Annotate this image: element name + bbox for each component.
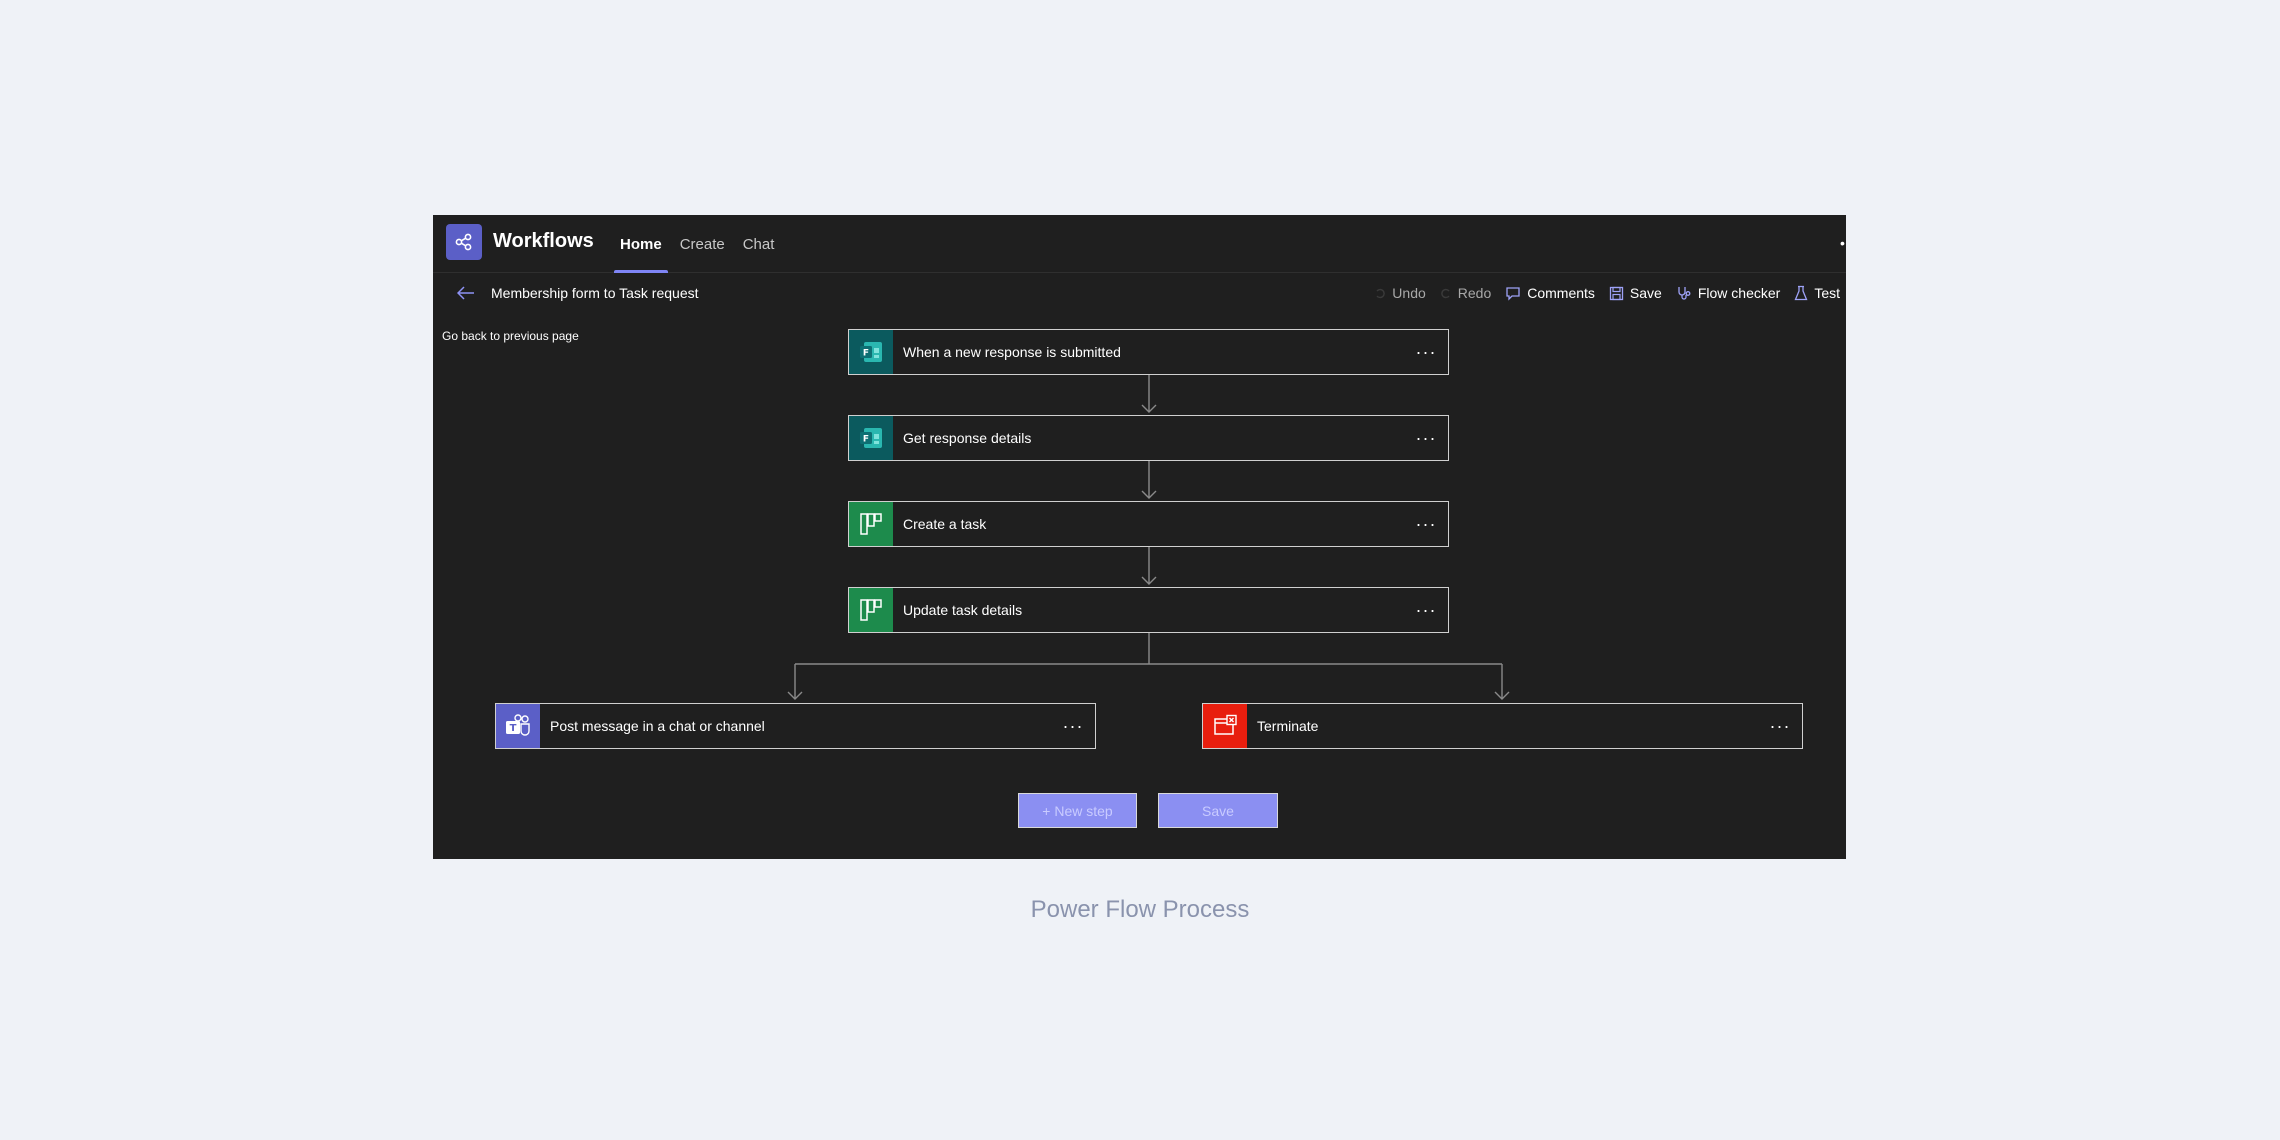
tab-chat[interactable]: Chat [737,215,781,273]
back-tooltip: Go back to previous page [442,329,579,343]
svg-text:F: F [863,349,869,359]
svg-text:F: F [863,435,869,445]
forms-icon: F [849,416,893,460]
forms-icon: F [849,330,893,374]
step-label: When a new response is submitted [903,344,1121,360]
planner-icon [849,588,893,632]
step-more-button[interactable]: ··· [1404,330,1448,374]
flow-checker-label: Flow checker [1697,285,1781,301]
step-label: Update task details [903,602,1023,618]
workflows-app-window: Workflows Home Create Chat • Membership … [433,215,1846,859]
step-more-button[interactable]: ··· [1758,704,1802,748]
new-step-button[interactable]: + New step [1018,793,1137,828]
flow-step-post-message[interactable]: T Post message in a chat or channel ··· [495,703,1096,749]
app-title: Workflows [493,230,594,252]
comments-button[interactable]: Comments [1505,285,1595,301]
image-caption: Power Flow Process [1030,896,1250,923]
save-icon [1609,286,1624,300]
test-label: Test [1814,285,1840,301]
save-button[interactable]: Save [1158,793,1278,828]
step-label: Post message in a chat or channel [550,718,765,734]
step-label: Get response details [903,430,1032,446]
flow-toolbar: Undo Redo Comments Save Flow checker Tes… [1360,281,1840,305]
tab-create[interactable]: Create [674,215,731,273]
svg-text:T: T [510,723,517,734]
flow-step-update-task[interactable]: Update task details ··· [848,587,1449,633]
more-options-icon[interactable]: • [1840,236,1846,250]
back-button[interactable] [454,281,478,305]
tab-home[interactable]: Home [614,215,668,273]
step-more-button[interactable]: ··· [1051,704,1095,748]
flow-checker-button[interactable]: Flow checker [1676,285,1780,301]
redo-label: Redo [1457,285,1492,301]
comment-icon [1506,287,1520,301]
terminate-icon [1203,704,1247,748]
flow-step-terminate[interactable]: Terminate ··· [1202,703,1803,749]
teams-icon: T [496,704,540,748]
flow-step-get-response[interactable]: F Get response details ··· [848,415,1449,461]
save-toolbar-label: Save [1629,285,1662,301]
redo-icon [1440,288,1450,299]
undo-label: Undo [1392,285,1426,301]
workflows-logo-icon[interactable] [446,224,482,260]
test-button[interactable]: Test [1794,285,1840,301]
stethoscope-icon [1678,287,1691,300]
step-more-button[interactable]: ··· [1404,416,1448,460]
app-header: Workflows Home Create Chat • [433,215,1846,273]
step-more-button[interactable]: ··· [1404,588,1448,632]
step-label: Create a task [903,516,987,532]
redo-button[interactable]: Redo [1440,285,1491,301]
step-label: Terminate [1257,718,1319,734]
flow-title: Membership form to Task request [491,285,699,301]
comments-label: Comments [1527,285,1595,301]
flow-step-create-task[interactable]: Create a task ··· [848,501,1449,547]
arrow-left-icon [457,286,474,300]
undo-button[interactable]: Undo [1374,285,1426,301]
app-nav: Home Create Chat [614,215,786,273]
flask-icon [1794,285,1808,301]
flow-step-trigger[interactable]: F When a new response is submitted ··· [848,329,1449,375]
save-toolbar-button[interactable]: Save [1609,285,1662,301]
planner-icon [849,502,893,546]
step-more-button[interactable]: ··· [1404,502,1448,546]
undo-icon [1376,288,1386,299]
